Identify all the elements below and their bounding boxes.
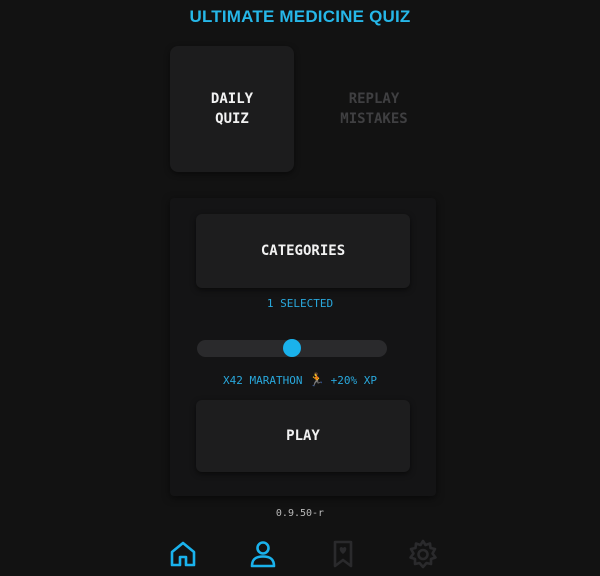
- categories-button[interactable]: CATEGORIES: [196, 214, 410, 288]
- xp-bonus: +20% XP: [330, 374, 378, 387]
- app-screen: ULTIMATE MEDICINE QUIZ DAILY QUIZ REPLAY…: [0, 0, 600, 576]
- bottom-nav: [0, 534, 600, 576]
- replay-mistakes-button[interactable]: REPLAY MISTAKES: [312, 46, 436, 172]
- home-icon: [170, 541, 196, 567]
- slider-thumb[interactable]: [283, 339, 301, 357]
- marathon-info: X42 MARATHON 🏃 +20% XP: [0, 373, 600, 388]
- play-button-label: PLAY: [286, 428, 320, 444]
- nav-profile[interactable]: [246, 537, 280, 571]
- bookmark-heart-icon: [333, 540, 353, 568]
- play-button[interactable]: PLAY: [196, 400, 410, 472]
- settings-gear-icon: [409, 539, 437, 569]
- nav-settings[interactable]: [406, 537, 440, 571]
- app-title: ULTIMATE MEDICINE QUIZ: [189, 7, 411, 26]
- runner-icon: 🏃: [308, 373, 325, 388]
- profile-icon: [250, 541, 276, 568]
- categories-selected-count: 1 SELECTED: [266, 297, 334, 310]
- categories-button-label: CATEGORIES: [260, 243, 346, 259]
- nav-home[interactable]: [166, 537, 200, 571]
- app-version: 0.9.50-r: [275, 508, 325, 519]
- daily-quiz-button[interactable]: DAILY QUIZ: [170, 46, 294, 172]
- marathon-multiplier: X42 MARATHON: [222, 374, 303, 387]
- nav-bookmarks[interactable]: [326, 537, 360, 571]
